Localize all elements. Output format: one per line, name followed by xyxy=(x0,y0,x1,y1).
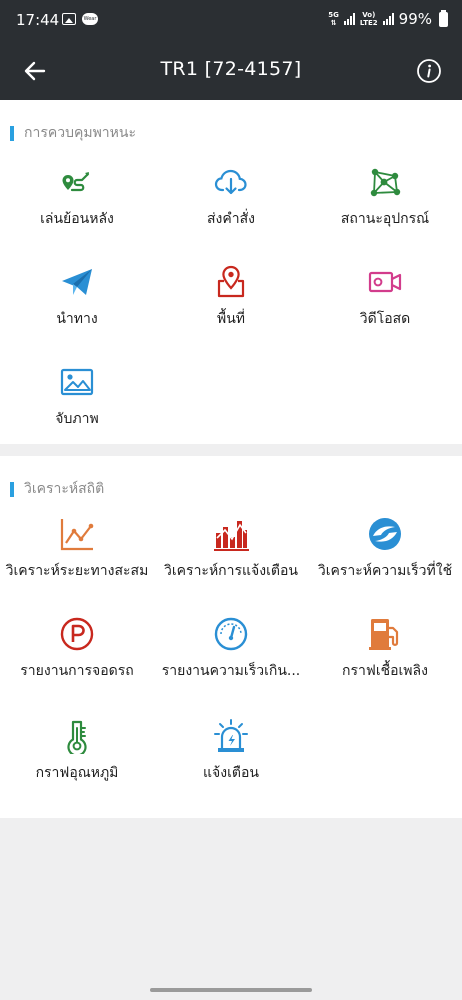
image-icon xyxy=(60,368,94,396)
line-chart-icon xyxy=(60,519,94,551)
menu-item-label: วิเคราะห์ระยะทางสะสม xyxy=(5,563,149,579)
app-bar: TR1 [72-4157] xyxy=(0,42,462,100)
menu-item-overspeed-report[interactable]: รายงานความเร็วเกิน... xyxy=(154,616,308,706)
status-app-icons: Wear xyxy=(62,13,98,25)
menu-item-navigate[interactable]: นำทาง xyxy=(0,264,154,354)
video-camera-icon xyxy=(368,271,402,293)
section-title: วิเคราะห์สถิติ xyxy=(24,481,105,497)
menu-item-label: วิเคราะห์ความเร็วที่ใช้ xyxy=(317,563,453,579)
network-nodes-icon xyxy=(370,168,401,197)
section-header: วิเคราะห์สถิติ xyxy=(10,478,104,500)
section-accent-bar xyxy=(10,481,14,497)
menu-item-alert-analysis[interactable]: วิเคราะห์การแจ้งเตือน xyxy=(154,516,308,606)
fuel-pump-icon xyxy=(369,619,399,650)
menu-item-speed-analysis[interactable]: วิเคราะห์ความเร็วที่ใช้ xyxy=(308,516,462,606)
cloud-download-icon xyxy=(214,169,247,195)
menu-item-capture[interactable]: จับภาพ xyxy=(0,364,154,454)
vehicle-control-section: การควบคุมพาหนะ เล่นย้อนหลัง ส่งคำสั่ง สถ… xyxy=(0,100,462,444)
menu-item-playback[interactable]: เล่นย้อนหลัง xyxy=(0,164,154,254)
menu-item-temperature-graph[interactable]: กราฟอุณหภูมิ xyxy=(0,718,154,808)
menu-item-label: ส่งคำสั่ง xyxy=(207,211,255,227)
home-indicator[interactable] xyxy=(150,988,312,992)
menu-item-label: วิดีโอสด xyxy=(359,311,411,327)
menu-item-label: นำทาง xyxy=(56,311,98,327)
menu-item-label: รายงานความเร็วเกิน... xyxy=(161,663,301,679)
signal-bars-icon xyxy=(343,13,355,25)
network-lte2-label: Vo) LTE2 xyxy=(359,11,378,27)
battery-icon xyxy=(439,9,448,27)
info-icon xyxy=(417,59,441,83)
menu-item-label: วิเคราะห์การแจ้งเตือน xyxy=(164,563,298,579)
speed-logo-icon xyxy=(369,518,401,550)
map-pin-area-icon xyxy=(217,265,245,298)
statistics-section: วิเคราะห์สถิติ วิเคราะห์ระยะทางสะสม วิเค… xyxy=(0,456,462,818)
menu-item-alerts[interactable]: แจ้งเตือน xyxy=(154,718,308,808)
menu-item-fuel-graph[interactable]: กราฟเชื้อเพลิง xyxy=(308,616,462,706)
status-bar: 17:44 Wear 5G ⇅ Vo) LTE2 99% xyxy=(0,0,462,42)
menu-item-area[interactable]: พื้นที่ xyxy=(154,264,308,354)
menu-item-label: แจ้งเตือน xyxy=(203,765,259,781)
bar-chart-icon xyxy=(214,521,249,551)
menu-item-label: สถานะอุปกรณ์ xyxy=(340,211,430,227)
page-title: TR1 [72-4157] xyxy=(160,58,302,80)
menu-item-label: รายงานการจอดรถ xyxy=(20,663,134,679)
menu-item-label: จับภาพ xyxy=(55,411,99,427)
gallery-notification-icon xyxy=(62,13,76,25)
status-time: 17:44 xyxy=(16,11,60,29)
speedometer-icon xyxy=(214,617,248,651)
route-playback-icon xyxy=(62,172,90,192)
section-header: การควบคุมพาหนะ xyxy=(10,122,136,144)
parking-icon xyxy=(60,617,94,651)
menu-item-label: กราฟอุณหภูมิ xyxy=(35,765,119,781)
menu-item-send-command[interactable]: ส่งคำสั่ง xyxy=(154,164,308,254)
signal-bars-2-icon xyxy=(382,13,394,25)
menu-item-parking-report[interactable]: รายงานการจอดรถ xyxy=(0,616,154,706)
status-indicators: 5G ⇅ Vo) LTE2 99% xyxy=(328,9,448,28)
thermometer-icon xyxy=(67,720,87,754)
menu-item-device-status[interactable]: สถานะอุปกรณ์ xyxy=(308,164,462,254)
menu-item-label: พื้นที่ xyxy=(216,311,246,327)
alarm-siren-icon xyxy=(214,719,248,752)
info-button[interactable] xyxy=(412,54,446,88)
network-5g-label: 5G ⇅ xyxy=(328,11,339,27)
battery-percent: 99% xyxy=(398,10,432,28)
wear-notification-icon: Wear xyxy=(82,13,98,25)
menu-item-label: เล่นย้อนหลัง xyxy=(40,211,114,227)
menu-item-label: กราฟเชื้อเพลิง xyxy=(342,663,428,679)
menu-item-distance-analysis[interactable]: วิเคราะห์ระยะทางสะสม xyxy=(0,516,154,606)
section-title: การควบคุมพาหนะ xyxy=(24,125,136,141)
section-accent-bar xyxy=(10,125,14,141)
paper-plane-icon xyxy=(62,269,92,295)
menu-item-live-video[interactable]: วิดีโอสด xyxy=(308,264,462,354)
